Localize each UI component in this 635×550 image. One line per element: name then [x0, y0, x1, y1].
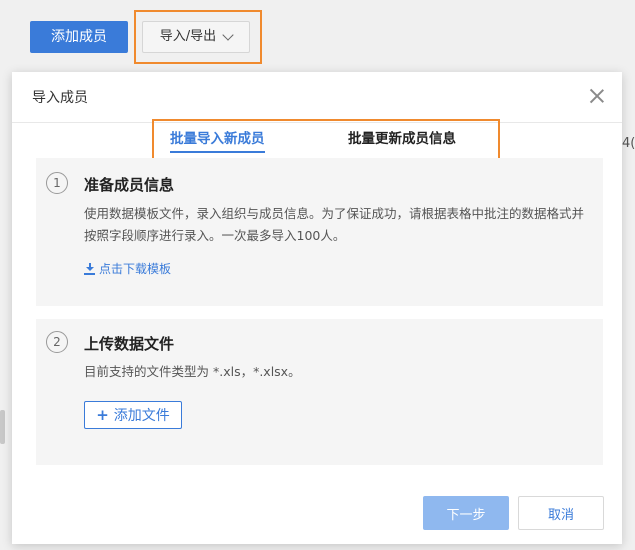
chevron-down-icon [222, 29, 234, 41]
import-members-dialog: 导入成员 批量导入新成员 批量更新成员信息 1 准备成员信息 使用数据模板文件，… [12, 72, 622, 544]
side-handle[interactable] [0, 410, 5, 444]
plus-icon: + [96, 406, 109, 424]
background-text-fragment: 4( [622, 136, 635, 151]
step-upload-file: 2 上传数据文件 目前支持的文件类型为 *.xls，*.xlsx。 + 添加文件 [36, 319, 603, 465]
cancel-button[interactable]: 取消 [518, 496, 604, 530]
download-icon [84, 262, 95, 275]
add-file-button[interactable]: + 添加文件 [84, 401, 182, 429]
step-title-prepare: 准备成员信息 [84, 176, 175, 194]
import-export-dropdown[interactable]: 导入/导出 [142, 21, 250, 53]
download-template-label: 点击下载模板 [99, 262, 172, 276]
add-file-label: 添加文件 [113, 408, 170, 424]
close-icon[interactable] [587, 86, 607, 106]
tab-batch-import-new[interactable]: 批量导入新成员 [170, 127, 265, 153]
import-export-label: 导入/导出 [159, 29, 217, 44]
step-description-upload: 目前支持的文件类型为 *.xls，*.xlsx。 [84, 364, 301, 379]
page-toolbar: 添加成员 导入/导出 [0, 0, 635, 72]
add-member-button[interactable]: 添加成员 [30, 21, 128, 53]
dialog-header: 导入成员 [12, 72, 622, 123]
step-prepare-info: 1 准备成员信息 使用数据模板文件，录入组织与成员信息。为了保证成功，请根据表格… [36, 158, 603, 306]
download-template-link[interactable]: 点击下载模板 [84, 260, 171, 277]
tab-batch-update-info[interactable]: 批量更新成员信息 [348, 127, 456, 147]
step-number-1: 1 [46, 172, 68, 194]
step-title-upload: 上传数据文件 [84, 335, 175, 353]
dialog-title: 导入成员 [32, 90, 88, 106]
step-description-prepare: 使用数据模板文件，录入组织与成员信息。为了保证成功，请根据表格中批注的数据格式并… [84, 206, 585, 243]
next-step-button[interactable]: 下一步 [423, 496, 509, 530]
step-number-2: 2 [46, 331, 68, 353]
